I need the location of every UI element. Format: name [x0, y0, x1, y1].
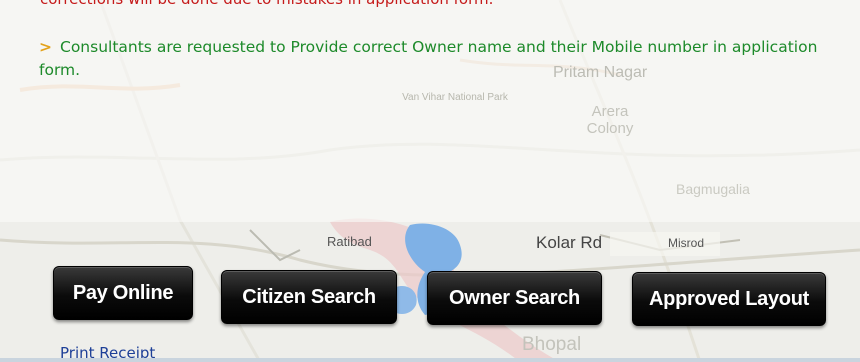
bottom-border [0, 358, 860, 362]
map-label-van-vihar: Van Vihar National Park [402, 92, 508, 103]
map-label-bagmugalia: Bagmugalia [676, 181, 750, 197]
notice-green: > Consultants are requested to Provide co… [39, 36, 839, 82]
notice-bullet-icon: > [39, 38, 52, 56]
owner-search-button[interactable]: Owner Search [427, 271, 602, 325]
map-label-bhopal: Bhopal [522, 334, 582, 355]
map-label-arera-colony: Arera Colony [586, 103, 634, 137]
citizen-search-button[interactable]: Citizen Search [221, 270, 397, 324]
map-label-misrod: Misrod [668, 236, 705, 250]
notice-red-text: corrections will be done due to mistakes… [40, 0, 493, 8]
map-label-ratibad: Ratibad [327, 234, 372, 249]
pay-online-button[interactable]: Pay Online [53, 266, 193, 320]
map-label-kolar-rd: Kolar Rd [536, 233, 603, 252]
notice-green-text: Consultants are requested to Provide cor… [39, 38, 818, 79]
approved-layout-button[interactable]: Approved Layout [632, 272, 826, 326]
